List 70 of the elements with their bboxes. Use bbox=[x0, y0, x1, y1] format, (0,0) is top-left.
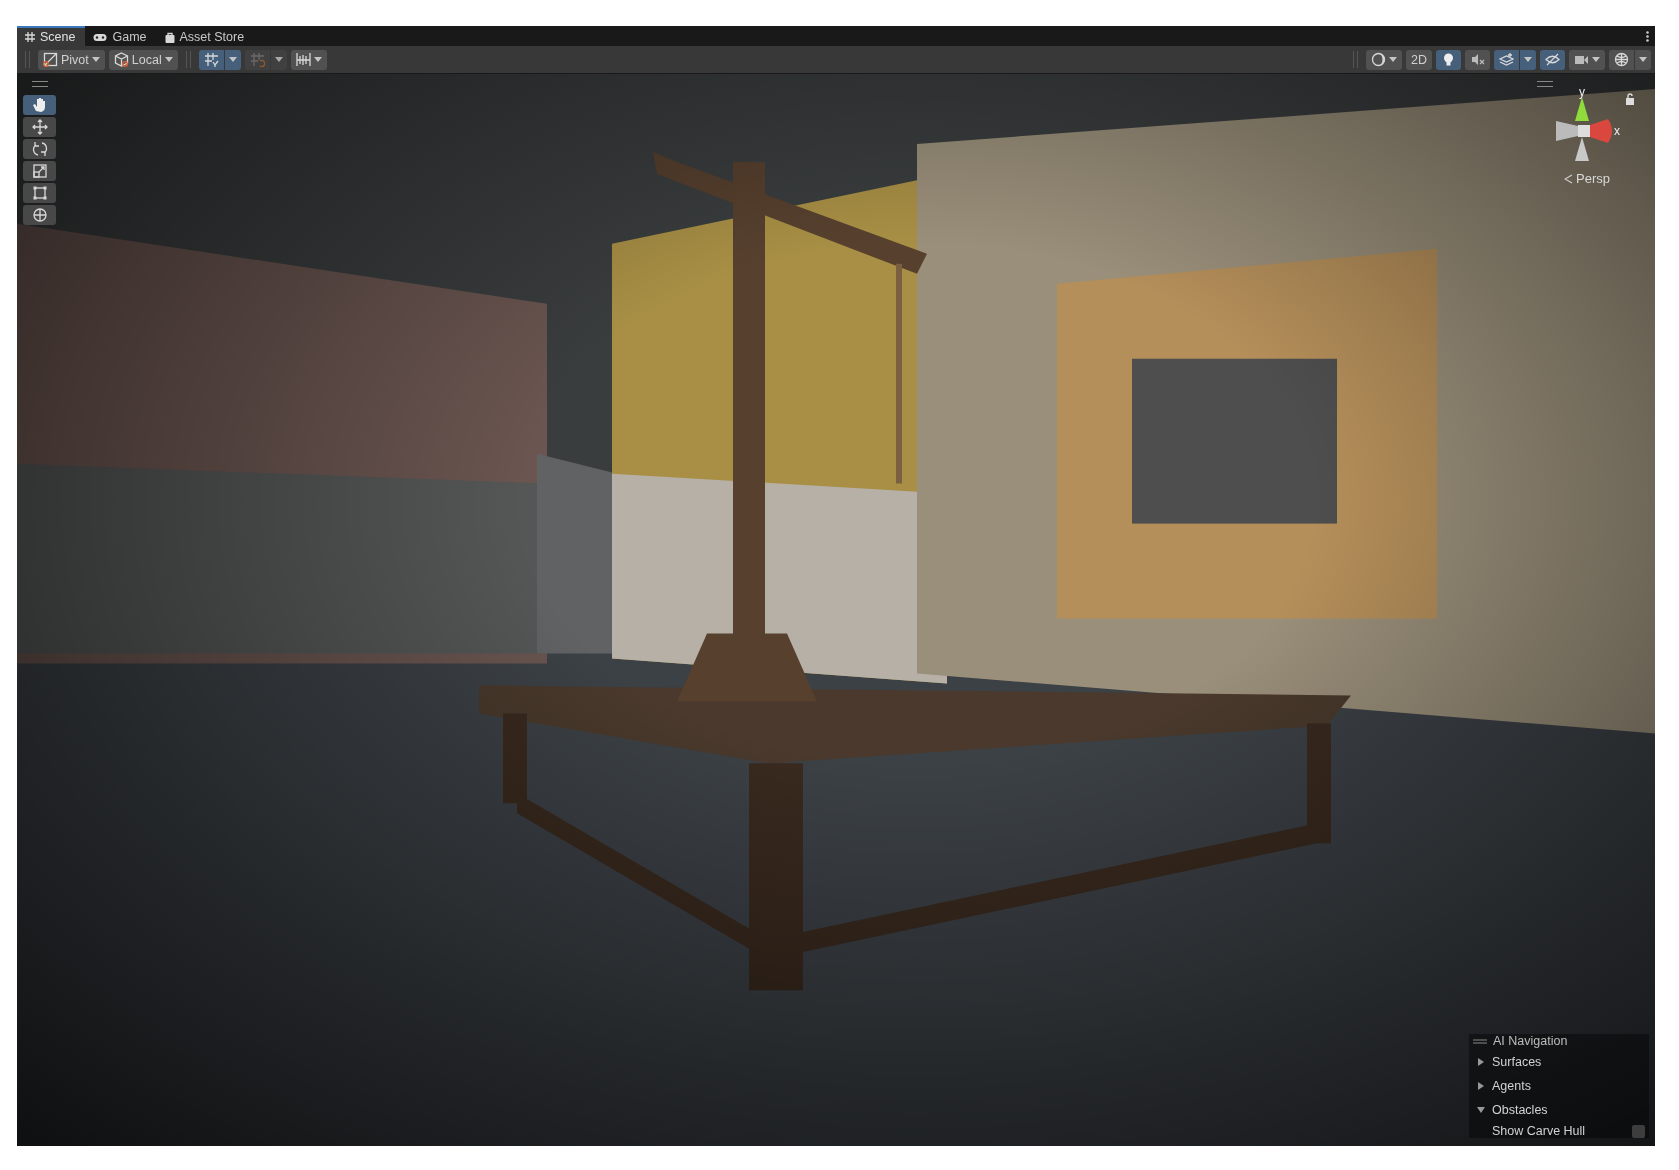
toolbar-button[interactable]: Local bbox=[108, 49, 178, 70]
caret-icon bbox=[164, 56, 173, 63]
tool-button[interactable] bbox=[23, 161, 56, 181]
muted-speaker-icon bbox=[1470, 52, 1485, 67]
dropdown-button[interactable] bbox=[1520, 49, 1536, 70]
caret-icon bbox=[313, 56, 322, 63]
caret-icon bbox=[1639, 56, 1647, 63]
collapsed-arrow-icon bbox=[1477, 1058, 1485, 1066]
lightbulb-icon bbox=[1441, 52, 1456, 67]
expanded-arrow-icon bbox=[1477, 1106, 1485, 1114]
dropdown-button[interactable] bbox=[224, 49, 241, 70]
projection-toggle[interactable]: Persp bbox=[1560, 169, 1614, 188]
gizmo-globe-icon bbox=[1614, 52, 1629, 67]
chevron-icon bbox=[1564, 173, 1573, 184]
cube-icon bbox=[113, 52, 129, 67]
foldout[interactable]: Agents bbox=[1469, 1076, 1649, 1096]
shading-icon bbox=[1371, 52, 1386, 67]
caret-icon bbox=[228, 56, 237, 63]
toolbar-button[interactable] bbox=[1436, 49, 1461, 70]
caret-icon bbox=[1592, 56, 1600, 63]
overlay-title: AI Navigation bbox=[1493, 1034, 1568, 1048]
scene-tab[interactable]: Game bbox=[85, 26, 157, 46]
toolbar-button[interactable] bbox=[1609, 49, 1634, 70]
pivot-icon bbox=[43, 52, 58, 67]
tool-button[interactable] bbox=[23, 205, 56, 225]
scale-icon bbox=[31, 163, 48, 179]
hidden-eye-icon bbox=[1545, 52, 1560, 67]
foldout[interactable]: Surfaces bbox=[1469, 1052, 1649, 1072]
rotate-icon bbox=[31, 141, 48, 157]
foldout[interactable]: Obstacles bbox=[1469, 1100, 1649, 1120]
lock-icon[interactable] bbox=[1625, 93, 1635, 105]
toggle-label: Show Carve Hull bbox=[1492, 1124, 1586, 1138]
more-options-icon[interactable] bbox=[1646, 30, 1649, 42]
ruler-icon bbox=[295, 52, 311, 67]
toolbar-button[interactable] bbox=[1465, 49, 1490, 70]
scene-tab[interactable]: Scene bbox=[17, 26, 86, 46]
hash-icon bbox=[25, 32, 35, 42]
toolbar-button[interactable]: Pivot bbox=[38, 49, 105, 70]
toolbar-button[interactable] bbox=[1569, 49, 1605, 70]
move-arrows-icon bbox=[31, 119, 48, 135]
toolbar-button[interactable] bbox=[290, 49, 327, 70]
rect-tool-icon bbox=[31, 185, 48, 201]
bag-icon bbox=[164, 31, 175, 43]
scene-tab[interactable]: Asset Store bbox=[156, 26, 255, 46]
axis-gizmo-drawing[interactable] bbox=[1556, 97, 1612, 161]
toolbar-button[interactable] bbox=[1540, 49, 1565, 70]
tool-button[interactable] bbox=[23, 139, 56, 159]
tool-button[interactable] bbox=[23, 95, 56, 115]
tool-button[interactable] bbox=[23, 183, 56, 203]
caret-icon bbox=[91, 56, 100, 63]
collapsed-arrow-icon bbox=[1477, 1082, 1485, 1090]
layers-icon bbox=[1499, 52, 1514, 67]
tool-button[interactable] bbox=[23, 117, 56, 137]
toolbar-button[interactable] bbox=[1366, 49, 1402, 70]
toolbar-button[interactable] bbox=[198, 49, 224, 70]
increment-snap-icon bbox=[249, 52, 265, 67]
dropdown-button[interactable] bbox=[1635, 49, 1651, 70]
toolbar-button[interactable] bbox=[1494, 49, 1519, 70]
axis-label: y bbox=[1579, 89, 1585, 99]
caret-icon bbox=[1389, 56, 1397, 63]
transform-icon bbox=[31, 207, 48, 223]
dropdown-button[interactable] bbox=[270, 49, 287, 70]
gamepad-icon bbox=[93, 32, 108, 42]
hand-icon bbox=[31, 97, 48, 113]
grid-snap-icon bbox=[203, 52, 219, 67]
toolbar-button[interactable]: 2D bbox=[1406, 49, 1432, 70]
caret-icon bbox=[274, 56, 283, 63]
drag-handle-icon[interactable] bbox=[1473, 1038, 1487, 1044]
axis-label: x bbox=[1614, 124, 1620, 138]
caret-icon bbox=[1524, 56, 1532, 63]
